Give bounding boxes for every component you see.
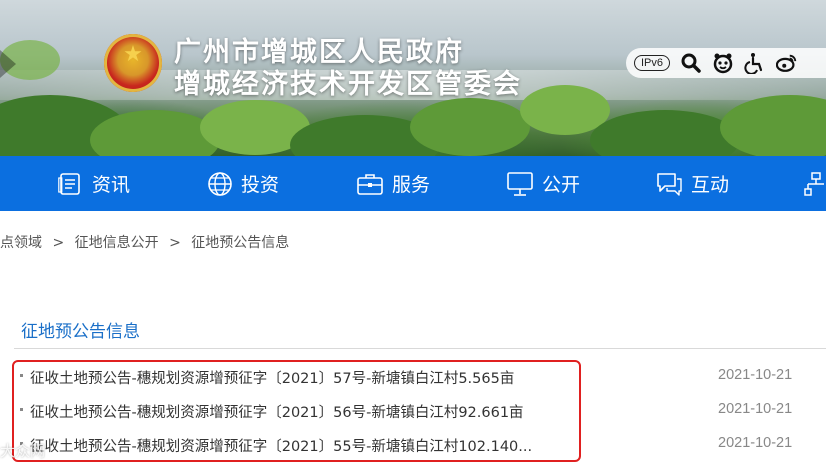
notice-date: 2021-10-21 (718, 435, 793, 451)
search-icon[interactable] (680, 52, 702, 74)
header-banner: 广州市增城区人民政府 增城经济技术开发区管委会 IPv6 (0, 0, 826, 156)
nav-item-service[interactable]: 服务 (356, 156, 430, 211)
banner-foliage (720, 95, 826, 156)
breadcrumb-item[interactable]: 点领域 (0, 235, 42, 251)
chat-icon (655, 171, 683, 197)
notice-date: 2021-10-21 (718, 401, 793, 417)
breadcrumb: 点领域 > 征地信息公开 > 征地预公告信息 (0, 232, 289, 252)
weibo-icon[interactable] (776, 52, 798, 74)
watermark: 大众网 (0, 442, 46, 460)
header-toolbar: IPv6 (626, 48, 826, 78)
breadcrumb-separator: > (169, 235, 181, 251)
highlight-annotation-box (12, 360, 581, 462)
nav-item-label: 服务 (392, 174, 431, 196)
banner-foliage (410, 98, 530, 156)
banner-foliage (590, 110, 740, 156)
site-title-line2: 增城经济技术开发区管委会 (174, 69, 522, 100)
main-nav: 资讯 投资 服务 公开 互动 (0, 156, 826, 211)
nav-item-label: 公开 (542, 174, 581, 196)
national-emblem-logo (104, 34, 162, 92)
elder-mode-icon[interactable] (712, 52, 734, 74)
nav-item-label: 互动 (691, 174, 730, 196)
accessibility-icon[interactable] (744, 52, 766, 74)
breadcrumb-item[interactable]: 征地信息公开 (75, 235, 159, 251)
news-icon (58, 172, 84, 196)
globe-icon (207, 171, 233, 197)
nav-item-public[interactable]: 公开 (506, 156, 580, 211)
nav-item-news[interactable]: 资讯 (58, 156, 130, 211)
nav-item-invest[interactable]: 投资 (207, 156, 279, 211)
briefcase-icon (356, 172, 384, 196)
breadcrumb-separator: > (52, 235, 65, 251)
monitor-icon (506, 171, 534, 197)
sitemap-icon (804, 171, 826, 197)
notice-date: 2021-10-21 (718, 367, 793, 383)
section-title: 征地预公告信息 (21, 322, 140, 342)
ipv6-badge[interactable]: IPv6 (634, 55, 671, 71)
nav-item-label: 投资 (241, 174, 280, 196)
banner-prev-arrow[interactable] (0, 50, 16, 78)
section-divider (14, 348, 826, 349)
nav-item-more[interactable] (804, 156, 826, 211)
breadcrumb-item-current[interactable]: 征地预公告信息 (191, 235, 289, 251)
nav-item-interact[interactable]: 互动 (655, 156, 729, 211)
nav-item-label: 资讯 (92, 174, 131, 196)
